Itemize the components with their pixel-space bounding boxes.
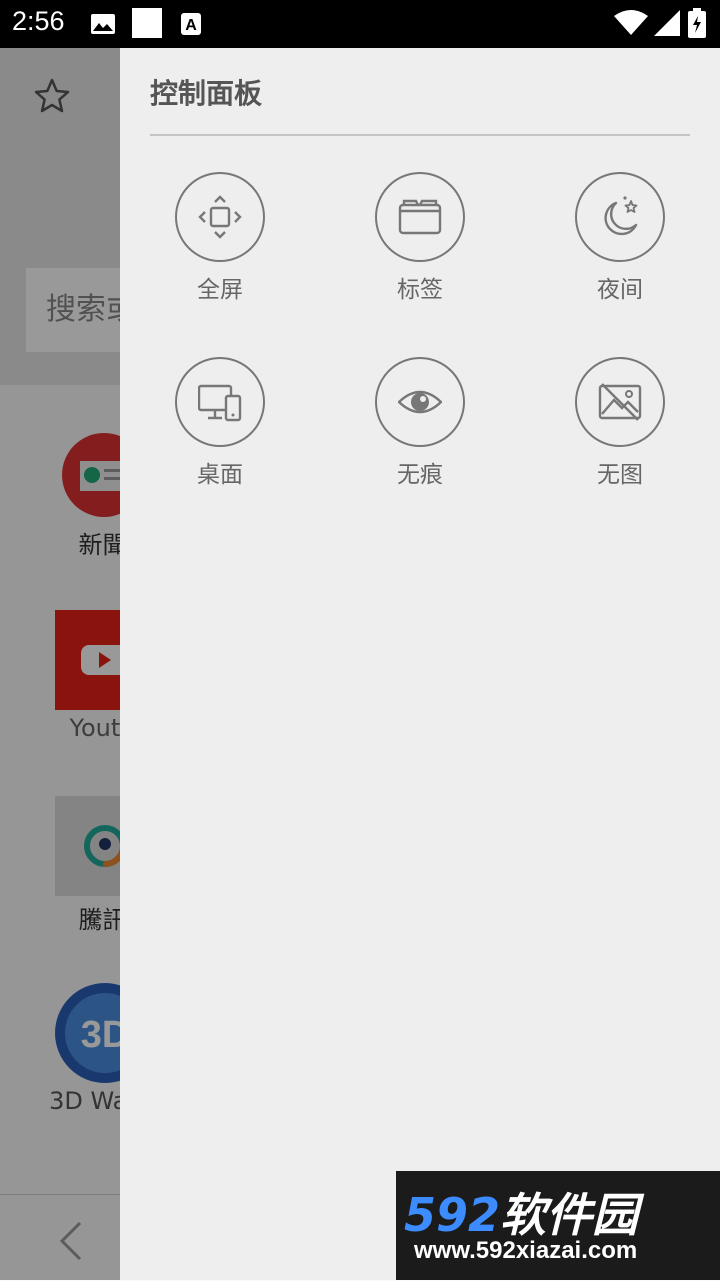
night-mode-icon: [604, 196, 638, 236]
watermark-number: 592: [404, 1188, 501, 1242]
tile-label: 标签: [397, 277, 443, 303]
watermark-brand: 592软件园: [404, 1179, 638, 1245]
fullscreen-button[interactable]: 全屏: [160, 172, 280, 312]
desktop-mode-icon: [198, 384, 242, 422]
desktop-mode-button[interactable]: 桌面: [160, 357, 280, 497]
tabs-icon: [398, 199, 442, 235]
wifi-icon: [614, 10, 648, 35]
tile-circle: [575, 172, 665, 262]
tile-label: 桌面: [197, 462, 243, 488]
square-icon: [132, 8, 162, 38]
tile-circle: [575, 357, 665, 447]
status-time: 2:56: [12, 6, 65, 36]
tabs-button[interactable]: 标签: [360, 172, 480, 312]
a-notification-icon: A: [181, 13, 201, 35]
drawer-title: 控制面板: [150, 77, 263, 110]
status-bar: 2:56 A: [0, 0, 720, 48]
battery-icon: [688, 8, 706, 38]
divider: [150, 134, 690, 136]
incognito-button[interactable]: 无痕: [360, 357, 480, 497]
watermark-url: www.592xiazai.com: [414, 1237, 638, 1264]
night-mode-button[interactable]: 夜间: [560, 172, 680, 312]
svg-text:A: A: [185, 17, 197, 34]
no-image-icon: [598, 383, 642, 421]
tile-circle: [175, 172, 265, 262]
tile-circle: [175, 357, 265, 447]
control-panel-drawer: 控制面板 全屏 标签 夜间 桌面 无痕 无图: [120, 48, 720, 1280]
watermark-text: 软件园: [500, 1188, 639, 1242]
tile-label: 夜间: [597, 277, 643, 303]
no-image-button[interactable]: 无图: [560, 357, 680, 497]
fullscreen-icon: [198, 195, 242, 239]
signal-icon: [654, 10, 680, 36]
tile-label: 无图: [597, 462, 643, 488]
tile-label: 无痕: [397, 462, 443, 488]
tile-circle: [375, 172, 465, 262]
incognito-icon: [398, 390, 442, 414]
image-icon: [91, 14, 115, 34]
tile-circle: [375, 357, 465, 447]
watermark-logo: 592软件园 www.592xiazai.com: [396, 1171, 720, 1280]
tile-label: 全屏: [197, 277, 243, 303]
